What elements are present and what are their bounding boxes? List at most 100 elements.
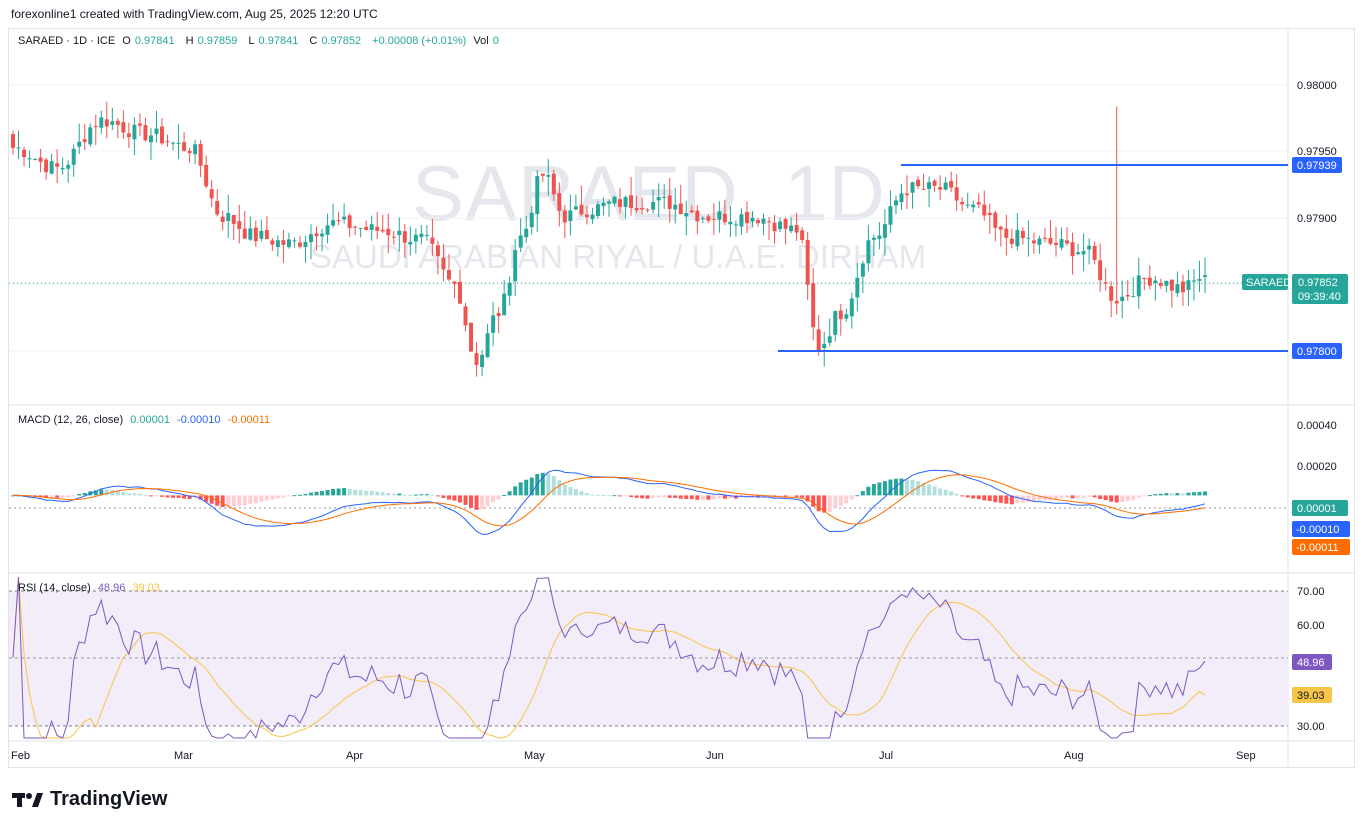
- candle-body: [662, 196, 667, 198]
- macd-histogram-bar: [568, 487, 573, 496]
- candle-body: [446, 270, 451, 280]
- macd-histogram-bar: [949, 491, 954, 496]
- macd-histogram-bar: [827, 495, 832, 512]
- macd-hist-value-badge: 0.00001: [1297, 503, 1337, 515]
- candle-body: [1004, 228, 1009, 238]
- candle-body: [110, 121, 115, 125]
- macd-histogram-bar: [1081, 495, 1086, 498]
- macd-histogram-bar: [833, 495, 838, 509]
- price-tick: 0.97950: [1297, 146, 1337, 158]
- macd-histogram-bar: [1197, 491, 1202, 496]
- candle-body: [148, 135, 153, 143]
- open-value: 0.97841: [134, 35, 175, 47]
- macd-histogram-bar: [634, 495, 639, 498]
- candle-body: [938, 187, 943, 190]
- ohlc-legend[interactable]: SARAED · 1D · ICE O 0.97841 H 0.97859 L 0.9…: [18, 35, 507, 47]
- candle-body: [1158, 282, 1163, 286]
- macd-histogram-bar: [546, 473, 551, 496]
- macd-histogram-bar: [132, 493, 137, 496]
- candle-body: [656, 197, 661, 201]
- candle-body: [1009, 238, 1014, 245]
- macd-histogram-bar: [1175, 493, 1180, 496]
- macd-histogram-bar: [938, 488, 943, 496]
- macd-histogram-bar: [1059, 495, 1064, 499]
- candle-body: [1092, 245, 1097, 260]
- candle-body: [706, 216, 711, 221]
- macd-histogram-bar: [877, 482, 882, 496]
- macd-histogram-bar: [927, 484, 932, 496]
- candle-body: [976, 202, 981, 205]
- candle-body: [121, 122, 126, 133]
- macd-histogram-bar: [176, 495, 181, 498]
- macd-histogram-bar: [838, 495, 843, 506]
- tradingview-logo[interactable]: TradingView: [12, 788, 167, 811]
- macd-histogram-bar: [1180, 493, 1185, 496]
- macd-histogram-bar: [673, 495, 678, 498]
- candle-body: [595, 204, 600, 217]
- candles-series: [11, 101, 1207, 377]
- macd-histogram-bar: [386, 492, 391, 496]
- macd-histogram-bar: [264, 495, 269, 501]
- candle-body: [171, 142, 176, 144]
- candle-body: [364, 226, 369, 230]
- macd-legend[interactable]: MACD (12, 26, close) 0.00001 -0.00010 -0…: [18, 414, 274, 426]
- candle-body: [1026, 237, 1031, 239]
- candle-body: [993, 212, 998, 228]
- candle-body: [1103, 282, 1108, 284]
- macd-histogram-bar: [932, 486, 937, 496]
- candle-body: [342, 216, 347, 220]
- candle-body: [1054, 242, 1058, 246]
- macd-histogram-bar: [259, 495, 264, 502]
- candle-body: [893, 200, 898, 206]
- candle-body: [347, 215, 352, 229]
- rsi-tick: 30.00: [1297, 721, 1325, 733]
- macd-histogram-bar: [402, 494, 407, 496]
- candle-body: [640, 207, 645, 210]
- volume-value: 0: [492, 35, 499, 47]
- candle-body: [424, 234, 429, 236]
- price-grid: [9, 84, 1288, 352]
- macd-histogram-bar: [331, 488, 336, 496]
- macd-histogram-bar: [645, 495, 650, 499]
- macd-histogram-bar: [993, 495, 998, 503]
- candle-body: [921, 188, 926, 190]
- macd-histogram-bar: [1070, 495, 1075, 499]
- change-value: +0.00008 (+0.01%): [372, 35, 467, 47]
- candle-body: [1147, 277, 1152, 286]
- macd-histogram-bar: [209, 495, 214, 504]
- candle-body: [496, 312, 501, 317]
- volume-label: Vol: [473, 35, 489, 47]
- macd-histogram-bar: [584, 493, 589, 496]
- macd-histogram-bar: [965, 495, 970, 498]
- price-tick: 0.98000: [1297, 80, 1337, 92]
- macd-histogram-bar: [309, 492, 313, 496]
- macd-histogram-bar: [408, 494, 413, 496]
- macd-histogram-bar: [1186, 492, 1191, 496]
- macd-histogram-bar: [71, 495, 76, 497]
- macd-histogram-bar: [154, 495, 159, 497]
- macd-histogram-bar: [695, 495, 700, 500]
- candle-body: [358, 227, 363, 229]
- macd-histogram-bar: [270, 495, 275, 500]
- macd-histogram-bar: [811, 495, 816, 507]
- candle-body: [1048, 237, 1053, 244]
- candle-body: [1186, 280, 1191, 290]
- macd-histogram-bar: [1203, 491, 1207, 496]
- macd-histogram-bar: [171, 495, 176, 498]
- candle-body: [1114, 300, 1119, 304]
- macd-histogram-bar: [430, 494, 435, 496]
- candle-body: [905, 193, 909, 196]
- candle-body: [767, 221, 772, 223]
- candle-body: [1169, 279, 1174, 291]
- candle-body: [1136, 275, 1141, 297]
- macd-line: [12, 469, 1206, 535]
- rsi-legend[interactable]: RSI (14, close) 48.96 39.03: [18, 582, 164, 594]
- macd-histogram-bar: [706, 495, 711, 500]
- candle-body: [943, 182, 948, 190]
- macd-histogram-bar: [717, 495, 722, 499]
- candle-body: [855, 277, 860, 298]
- macd-histogram-bar: [1098, 495, 1103, 499]
- candle-body: [402, 231, 407, 243]
- candle-body: [1042, 237, 1047, 239]
- macd-histogram-bar: [844, 495, 849, 504]
